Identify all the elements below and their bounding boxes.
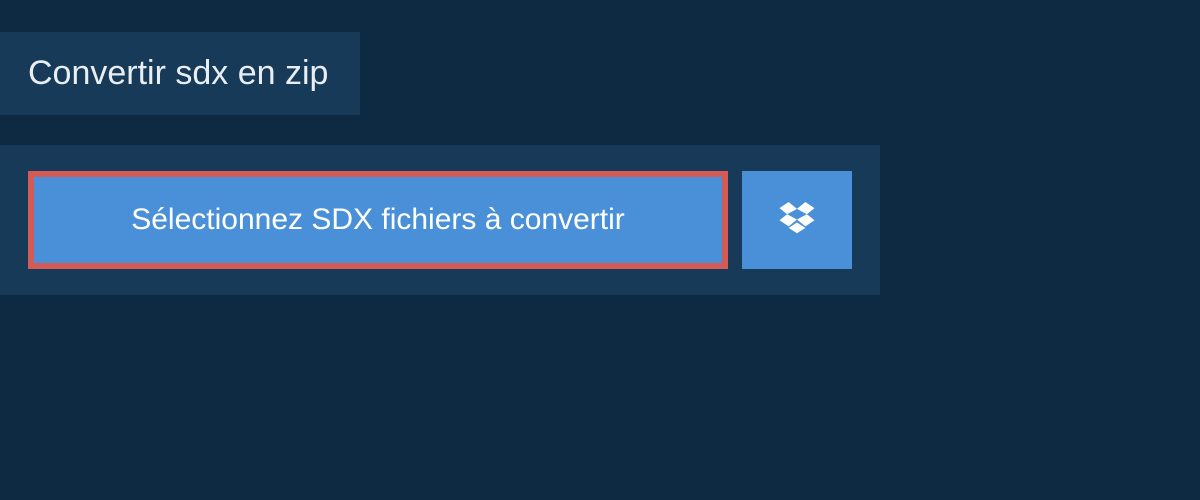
page-title: Convertir sdx en zip	[28, 54, 328, 92]
dropbox-button[interactable]	[742, 171, 852, 269]
page-title-tab: Convertir sdx en zip	[0, 32, 360, 115]
select-files-button[interactable]: Sélectionnez SDX fichiers à convertir	[28, 171, 728, 269]
upload-panel: Sélectionnez SDX fichiers à convertir	[0, 145, 880, 295]
select-files-label: Sélectionnez SDX fichiers à convertir	[131, 203, 625, 237]
dropbox-icon	[778, 199, 816, 242]
